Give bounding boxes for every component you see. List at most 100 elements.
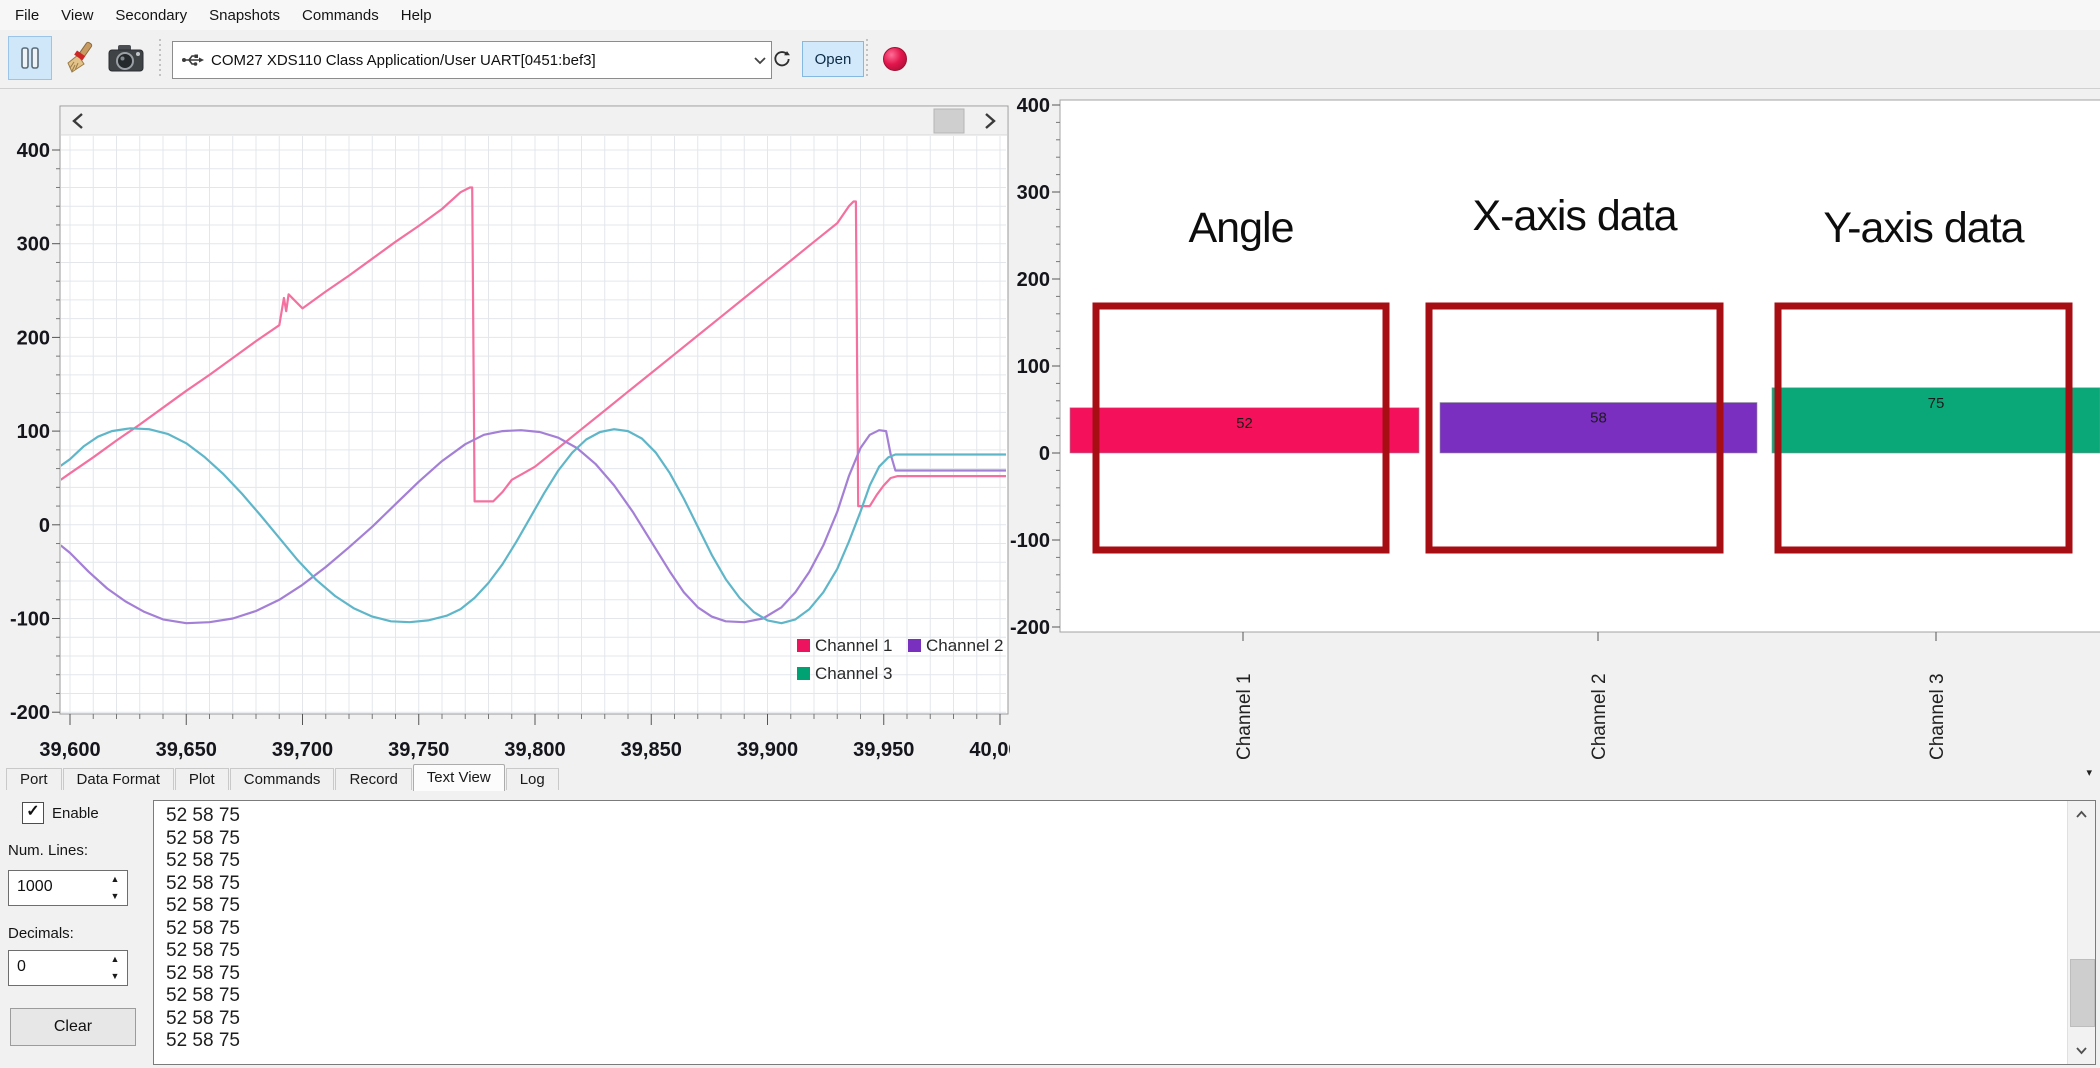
text-line: 52 58 75 <box>166 963 2063 986</box>
x-axis-tick-label: 39,700 <box>272 739 333 761</box>
text-line: 52 58 75 <box>166 873 2063 896</box>
spin-down-icon[interactable]: ▼ <box>106 890 124 903</box>
port-selector-value: COM27 XDS110 Class Application/User UART… <box>211 52 749 69</box>
decimals-label: Decimals: <box>8 925 74 942</box>
y-axis-tick-label: 300 <box>17 234 50 256</box>
x-category-label: Channel 1 <box>1234 673 1255 760</box>
tab-port[interactable]: Port <box>6 768 62 790</box>
x-axis-tick-label: 40,000 <box>969 739 1010 761</box>
y-axis-tick-label: 400 <box>17 140 50 162</box>
menu-secondary[interactable]: Secondary <box>104 7 198 24</box>
x-category-label: Channel 2 <box>1589 673 1610 760</box>
x-category-label: Channel 3 <box>1927 673 1948 760</box>
scroll-down-icon[interactable] <box>2068 1037 2095 1064</box>
spin-up-icon[interactable]: ▲ <box>106 953 124 966</box>
legend-swatch-channel-3 <box>797 667 810 680</box>
toolbar-separator <box>159 39 161 79</box>
scroll-up-icon[interactable] <box>2068 801 2095 828</box>
text-view-scrollbar[interactable] <box>2067 801 2095 1064</box>
menu-view[interactable]: View <box>50 7 104 24</box>
broom-icon <box>63 41 97 75</box>
clear-text-button[interactable]: Clear <box>10 1008 136 1046</box>
decimals-spinbox[interactable]: 0 ▲ ▼ <box>8 950 128 986</box>
bar-value-label: 75 <box>1928 395 1945 412</box>
text-line: 52 58 75 <box>166 828 2063 851</box>
open-port-button[interactable]: Open <box>802 41 864 77</box>
legend-label: Channel 1 <box>815 636 893 655</box>
snapshot-camera-button[interactable] <box>104 36 148 80</box>
annotation-title-angle: Angle <box>1189 204 1294 252</box>
text-view-lines: 52 58 7552 58 7552 58 7552 58 7552 58 75… <box>166 805 2063 1062</box>
y-axis-tick-label: 200 <box>1017 269 1050 291</box>
scrollbar-thumb[interactable] <box>934 109 964 133</box>
legend-label: Channel 3 <box>815 664 893 683</box>
x-axis-tick-label: 39,600 <box>39 739 100 761</box>
y-axis-tick-label: -200 <box>10 702 50 724</box>
toolbar-separator <box>866 39 868 79</box>
legend-swatch-channel-2 <box>908 639 921 652</box>
line-plot: 400 300 200 100 0 -100 -200 39,600 39,650 39,700 3… <box>0 88 1010 788</box>
text-line: 52 58 75 <box>166 985 2063 1008</box>
camera-icon <box>106 41 146 75</box>
enable-checkbox[interactable]: ✓ <box>22 802 44 824</box>
num-lines-label: Num. Lines: <box>8 842 88 859</box>
plot-h-scrollbar[interactable] <box>61 107 1007 135</box>
tab-text-view[interactable]: Text View <box>413 764 505 791</box>
tab-plot[interactable]: Plot <box>175 768 229 790</box>
menu-bar: FileViewSecondarySnapshotsCommandsHelp <box>0 0 2100 30</box>
x-axis-tick-label: 39,850 <box>621 739 682 761</box>
num-lines-spinbox[interactable]: 1000 ▲ ▼ <box>8 870 128 906</box>
refresh-icon <box>772 47 792 71</box>
y-axis-tick-label: 0 <box>39 515 50 537</box>
y-axis-tick-label: 400 <box>1017 95 1050 117</box>
spin-down-icon[interactable]: ▼ <box>106 970 124 983</box>
y-axis-tick-label: 0 <box>1039 443 1050 465</box>
x-axis-tick-label: 39,750 <box>388 739 449 761</box>
menu-snapshots[interactable]: Snapshots <box>198 7 291 24</box>
clear-plot-button[interactable] <box>58 36 102 80</box>
text-line: 52 58 75 <box>166 850 2063 873</box>
y-axis-tick-label: 100 <box>1017 356 1050 378</box>
refresh-ports-button[interactable] <box>766 43 798 75</box>
text-view-panel: ✓ Enable Num. Lines: 1000 ▲ ▼ Decimals: … <box>0 790 2100 1068</box>
bar-value-label: 52 <box>1236 415 1253 432</box>
num-lines-value[interactable]: 1000 <box>17 878 53 896</box>
usb-icon <box>181 52 205 68</box>
tab-log[interactable]: Log <box>506 768 559 790</box>
y-axis-tick-label: 200 <box>17 327 50 349</box>
toolbar: COM27 XDS110 Class Application/User UART… <box>0 30 2100 89</box>
port-selector-combobox[interactable]: COM27 XDS110 Class Application/User UART… <box>172 41 772 79</box>
spin-up-icon[interactable]: ▲ <box>106 873 124 886</box>
y-axis-tick-label: 300 <box>1017 182 1050 204</box>
x-axis-tick-label: 39,650 <box>156 739 217 761</box>
x-axis-tick-label: 39,950 <box>853 739 914 761</box>
record-button[interactable] <box>880 44 910 74</box>
text-line: 52 58 75 <box>166 940 2063 963</box>
text-view-output[interactable]: 52 58 7552 58 7552 58 7552 58 7552 58 75… <box>153 800 2096 1065</box>
decimals-value[interactable]: 0 <box>17 958 26 976</box>
pause-button[interactable] <box>8 36 52 80</box>
menu-file[interactable]: File <box>4 7 50 24</box>
x-axis-tick-label: 39,800 <box>504 739 565 761</box>
menu-commands[interactable]: Commands <box>291 7 390 24</box>
tab-data-format[interactable]: Data Format <box>63 768 174 790</box>
bar-value-label: 58 <box>1590 410 1607 427</box>
bar-plot: 525875 AngleX-axis dataY-axis data 40030… <box>1010 88 2100 788</box>
y-axis-tick-label: -100 <box>10 609 50 631</box>
text-line: 52 58 75 <box>166 895 2063 918</box>
text-line: 52 58 75 <box>166 1030 2063 1053</box>
x-axis-tick-label: 39,900 <box>737 739 798 761</box>
text-line: 52 58 75 <box>166 918 2063 941</box>
menu-help[interactable]: Help <box>390 7 443 24</box>
tab-commands[interactable]: Commands <box>230 768 335 790</box>
y-axis-tick-label: -200 <box>1010 617 1050 639</box>
text-line: 52 58 75 <box>166 805 2063 828</box>
tab-record[interactable]: Record <box>335 768 411 790</box>
y-axis-tick-label: 100 <box>17 421 50 443</box>
legend-swatch-channel-1 <box>797 639 810 652</box>
scrollbar-thumb[interactable] <box>2070 959 2095 1027</box>
pause-icon <box>17 45 43 71</box>
tab-overflow-icon[interactable]: ▾ <box>2086 766 2092 779</box>
legend-label: Channel 2 <box>926 636 1004 655</box>
serialplot-window: FileViewSecondarySnapshotsCommandsHelp <box>0 0 2100 1068</box>
